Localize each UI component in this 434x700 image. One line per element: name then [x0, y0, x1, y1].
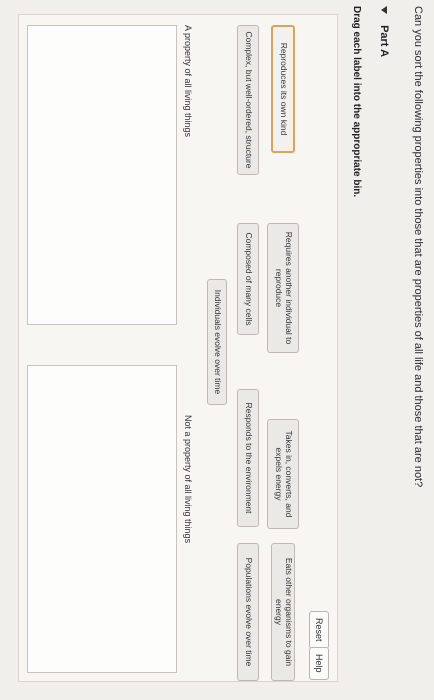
bin-title-not-all-living: Not a property of all living things — [183, 415, 193, 544]
drag-drop-panel: Reset Help Reproduces its own kind Requi… — [18, 14, 338, 682]
bin-not-all-living-things[interactable] — [27, 365, 177, 673]
label-composed-many-cells[interactable]: Composed of many cells — [237, 223, 259, 335]
label-takes-in-energy[interactable]: Takes in, converts, and expels energy — [267, 419, 299, 529]
bin-title-all-living: A property of all living things — [183, 25, 193, 138]
caret-down-icon — [380, 6, 387, 14]
label-individuals-evolve[interactable]: Individuals evolve over time — [207, 279, 227, 405]
reset-button[interactable]: Reset — [309, 611, 329, 649]
label-reproduces-own-kind[interactable]: Reproduces its own kind — [271, 25, 295, 153]
label-complex-structure[interactable]: Complex, but well-ordered, structure — [237, 25, 259, 175]
question-text: Can you sort the following properties in… — [412, 6, 424, 488]
page-stage: Can you sort the following properties in… — [0, 0, 434, 700]
help-button[interactable]: Help — [309, 647, 329, 680]
label-requires-another-individual[interactable]: Requires another individual to reproduce — [267, 223, 299, 353]
part-a-toggle[interactable]: Part A — [378, 6, 390, 57]
label-populations-evolve[interactable]: Populations evolve over time — [237, 543, 259, 681]
label-responds-environment[interactable]: Responds to the environment — [237, 389, 259, 527]
label-eats-other-organisms[interactable]: Eats other organisms to gain energy — [271, 543, 295, 681]
bin-all-living-things[interactable] — [27, 25, 177, 325]
instruction-text: Drag each label into the appropriate bin… — [351, 6, 362, 198]
part-a-label: Part A — [378, 25, 390, 58]
